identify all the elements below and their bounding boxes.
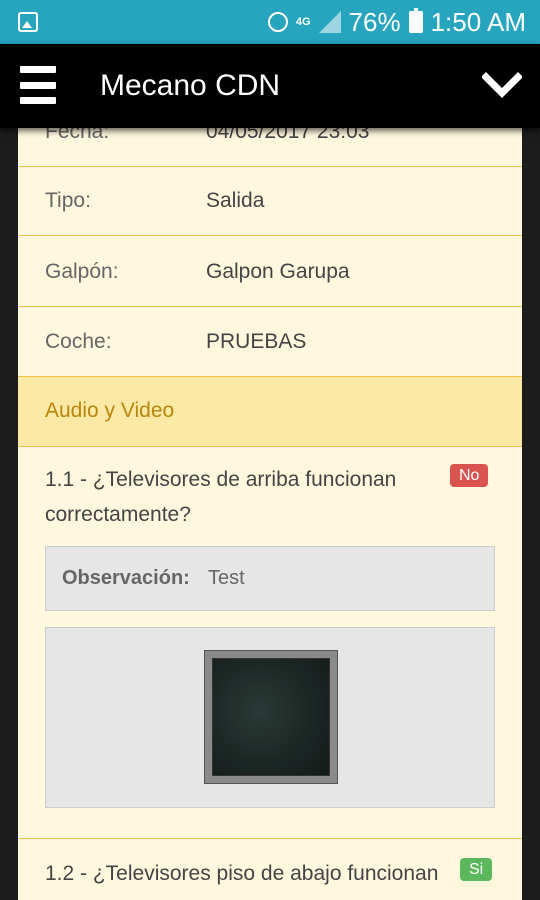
chevron-down-icon[interactable] (482, 66, 522, 106)
section-title: Audio y Video (45, 399, 175, 422)
detail-value: Galpon Garupa (206, 260, 350, 283)
network-type: 4G (295, 15, 311, 28)
answer-badge-si: Si (460, 858, 493, 881)
battery-percent: 76% (348, 6, 401, 37)
question-text: 1.2 - ¿Televisores piso de abajo funcion… (45, 862, 439, 900)
detail-label: Galpón: (45, 260, 119, 283)
detail-row-tipo: Tipo: Salida (18, 167, 522, 236)
menu-icon[interactable] (20, 66, 56, 104)
question-text: 1.1 - ¿Televisores de arriba funcionan c… (45, 468, 397, 526)
photo-image (212, 658, 330, 776)
alarm-icon (267, 12, 288, 32)
app-title: Mecano CDN (100, 69, 281, 102)
divider (18, 838, 522, 839)
signal-icon (318, 11, 341, 33)
status-bar-right: 4G 76% 1:50 AM (267, 6, 526, 38)
photo-thumbnail[interactable] (204, 650, 338, 784)
clock: 1:50 AM (430, 6, 526, 37)
photo-container (45, 627, 495, 808)
observation-label: Observación: (62, 567, 190, 589)
detail-label: Coche: (45, 330, 112, 353)
detail-label: Tipo: (45, 189, 91, 212)
battery-charging-icon (408, 8, 423, 33)
observation-box: Observación: Test (45, 546, 495, 611)
detail-value: PRUEBAS (206, 330, 307, 353)
status-bar: 4G 76% 1:50 AM (0, 0, 540, 44)
answer-badge-no: No (450, 464, 489, 487)
detail-value: Salida (206, 189, 265, 212)
observation-value: Test (208, 567, 245, 589)
inspection-detail[interactable]: Fecha: 04/05/2017 23:03 Tipo: Salida Gal… (18, 100, 522, 900)
image-notification-icon (18, 12, 38, 32)
app-bar: Mecano CDN (0, 44, 540, 128)
detail-row-coche: Coche: PRUEBAS (18, 308, 522, 377)
detail-row-galpon: Galpón: Galpon Garupa (18, 238, 522, 307)
section-header: Audio y Video (18, 377, 522, 447)
